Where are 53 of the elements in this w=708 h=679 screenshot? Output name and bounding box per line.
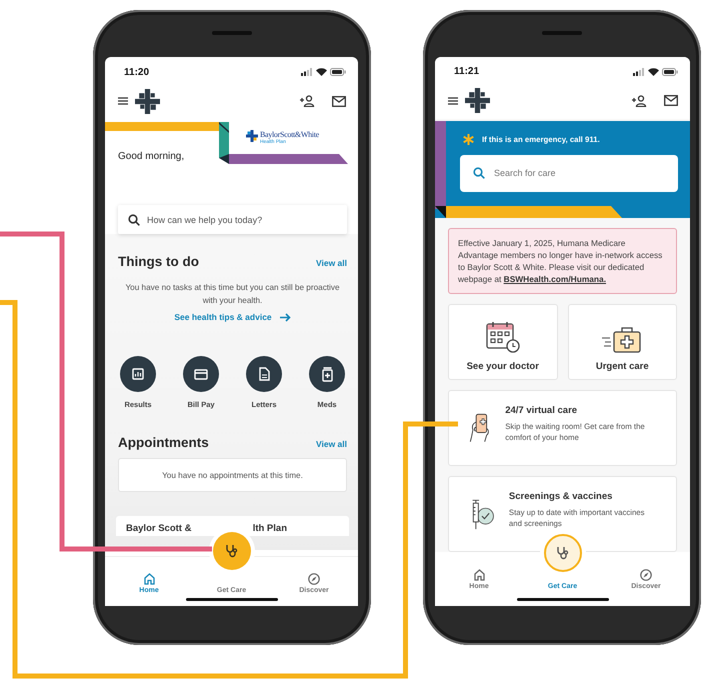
search-field[interactable]: How can we help you today? (118, 205, 347, 234)
add-person-icon[interactable] (300, 95, 315, 107)
signal-icon (633, 68, 645, 76)
credit-card-icon (183, 356, 219, 392)
mail-icon[interactable] (664, 95, 678, 106)
brand-cross-icon (246, 130, 258, 142)
health-tips-link[interactable]: See health tips & advice (174, 312, 291, 322)
signal-icon (301, 68, 313, 76)
battery-icon (662, 68, 678, 76)
section-title: Appointments (118, 435, 209, 450)
wifi-icon (648, 68, 659, 76)
search-icon (128, 214, 140, 226)
wifi-icon (316, 68, 327, 76)
empty-appointments-message: You have no appointments at this time. (162, 470, 303, 480)
empty-tasks-message: You have no tasks at this time but you can still be proactive with your health. (124, 282, 341, 307)
plan-card-title: lth Plan (252, 523, 287, 534)
brand-name: BaylorScott&White (260, 130, 319, 139)
compass-icon (308, 573, 320, 585)
status-time: 11:21 (454, 66, 480, 78)
notice-message: Effective January 1, 2025, Humana Medicare Advantage members no longer have in-network access to Baylor Scott & White. Please visit our dedicated webpage at BSWHealth.com/Humana. (448, 228, 677, 294)
stethoscope-icon (556, 546, 570, 560)
arrow-right-icon (280, 312, 291, 322)
search-icon (473, 167, 485, 180)
logo-icon (135, 88, 160, 114)
get-care-button[interactable] (544, 534, 582, 572)
asterisk-icon (463, 134, 474, 145)
home-icon (474, 569, 484, 581)
notice-link[interactable]: BSWHealth.com/Humana. (504, 274, 606, 284)
care-option-button[interactable]: Urgent care (568, 304, 677, 380)
menu-icon[interactable] (118, 97, 128, 105)
logo-icon (465, 88, 490, 114)
service-title: 24/7 virtual care (505, 405, 578, 416)
view-all-link[interactable]: View all (316, 258, 347, 268)
greeting: Good morning, (118, 151, 184, 162)
medicine-icon (309, 356, 345, 392)
get-care-button[interactable] (212, 532, 250, 570)
care-option-button[interactable]: See your doctor (448, 304, 558, 380)
plan-card-title: Baylor Scott & (126, 523, 192, 534)
home-icon (144, 573, 154, 585)
chart-icon (120, 356, 156, 392)
battery-icon (330, 68, 346, 76)
search-field[interactable]: Search for care (460, 154, 678, 192)
status-time: 11:20 (124, 66, 150, 78)
service-title: Screenings & vaccines (508, 491, 614, 502)
calendar-clock-icon (484, 320, 521, 354)
stethoscope-icon (224, 544, 238, 558)
menu-icon[interactable] (448, 96, 458, 105)
mail-icon[interactable] (332, 96, 346, 106)
compass-icon (640, 569, 652, 581)
section-title: Things to do (118, 254, 199, 269)
document-icon (246, 356, 282, 392)
view-all-link[interactable]: View all (316, 439, 347, 449)
add-person-icon[interactable] (632, 94, 647, 107)
